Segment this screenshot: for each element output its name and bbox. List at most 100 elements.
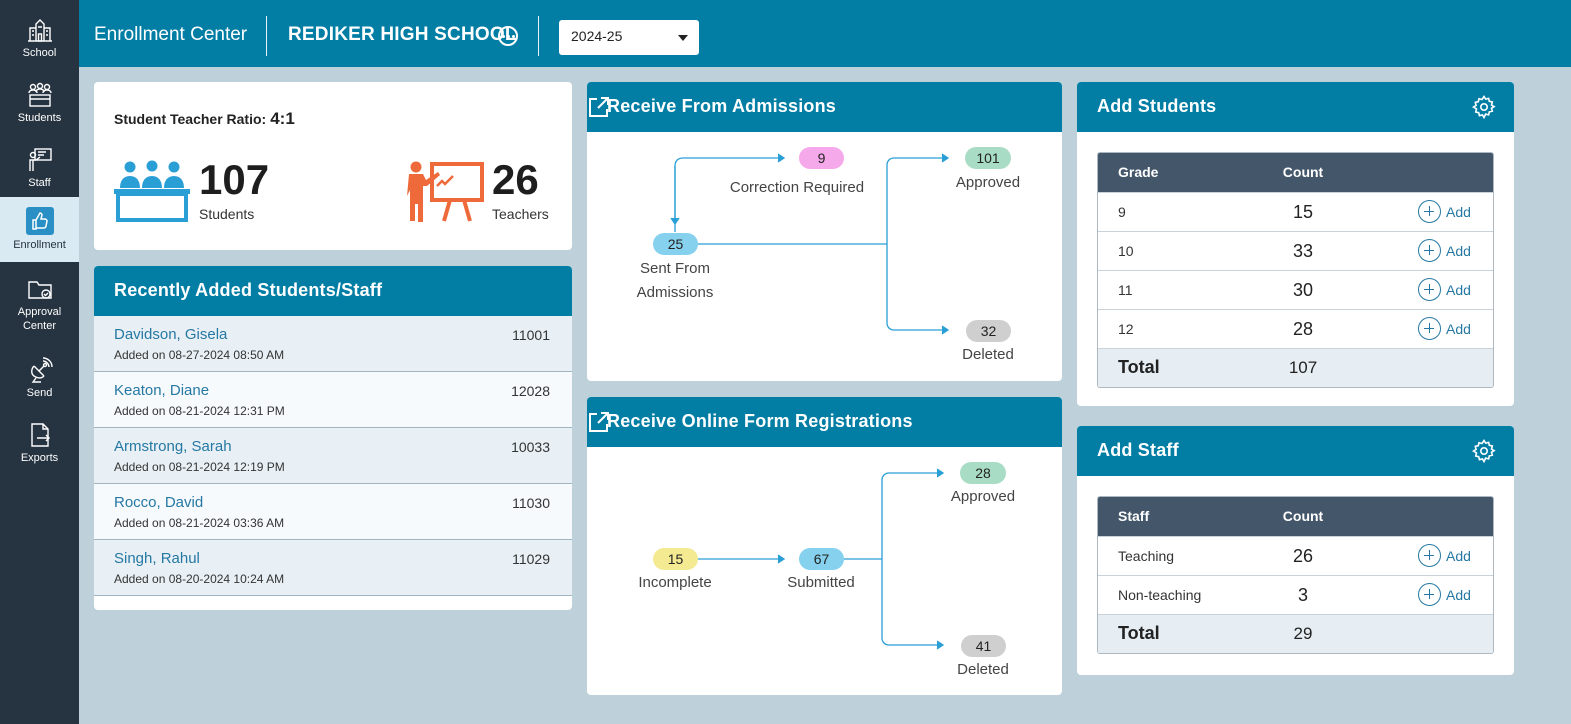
total-row: Total 107 — [1098, 348, 1493, 387]
sidebar-item-school[interactable]: School — [0, 5, 79, 70]
add-staff-card: Add Staff Staff Count Teaching 26 Add No… — [1077, 426, 1514, 675]
sidebar-item-approval-center[interactable]: Approval Center — [0, 268, 79, 340]
incomplete-count[interactable]: 15 — [653, 548, 698, 570]
admissions-deleted-count[interactable]: 32 — [966, 320, 1011, 342]
correction-required-count[interactable]: 9 — [799, 147, 844, 169]
add-staff-header: Add Staff — [1077, 426, 1514, 476]
app-title: Enrollment Center — [94, 24, 248, 45]
recent-list: Davidson, Gisela 11001 Added on 08-27-20… — [94, 316, 572, 596]
recent-name-link[interactable]: Singh, Rahul — [114, 550, 552, 567]
teachers-count: 26 — [492, 156, 539, 203]
add-staff-button[interactable]: Add — [1418, 583, 1471, 606]
table-row: 10 33 Add — [1098, 231, 1493, 270]
recent-name-link[interactable]: Keaton, Diane — [114, 382, 552, 399]
add-students-card: Add Students Grade Count 9 15 Add 10 33 … — [1077, 82, 1514, 406]
list-item: Rocco, David 11030 Added on 08-21-2024 0… — [94, 484, 572, 540]
recent-id: 11030 — [512, 495, 550, 511]
external-link-icon[interactable] — [587, 410, 611, 434]
gear-icon[interactable] — [1472, 439, 1496, 463]
online-card-header: Receive Online Form Registrations — [587, 397, 1062, 447]
sidebar-item-staff[interactable]: Staff — [0, 135, 79, 200]
sidebar-item-label: Students — [17, 111, 62, 124]
add-student-button[interactable]: Add — [1418, 239, 1471, 262]
sent-from-admissions-label: Sent From Admissions — [636, 260, 714, 301]
add-student-button[interactable]: Add — [1418, 278, 1471, 301]
recent-name-link[interactable]: Davidson, Gisela — [114, 326, 552, 343]
sidebar-item-exports[interactable]: Exports — [0, 410, 79, 475]
sidebar-item-students[interactable]: Students — [0, 70, 79, 135]
admissions-approved-count[interactable]: 101 — [965, 147, 1011, 169]
plus-circle-icon — [1418, 544, 1441, 567]
staff-table: Staff Count Teaching 26 Add Non-teaching… — [1097, 496, 1494, 654]
satellite-icon — [30, 356, 53, 383]
total-label: Total — [1118, 357, 1160, 377]
online-card-title: Receive Online Form Registrations — [607, 411, 913, 431]
add-student-button[interactable]: Add — [1418, 317, 1471, 340]
correction-required-label: Correction Required — [729, 179, 865, 196]
total-value: 29 — [1293, 624, 1313, 643]
top-header: Enrollment Center REDIKER HIGH SCHOOL 20… — [79, 0, 1571, 67]
total-row: Total 29 — [1098, 614, 1493, 653]
table-header: Grade Count — [1098, 153, 1493, 192]
plus-circle-icon — [1418, 200, 1441, 223]
online-approved-label: Approved — [950, 488, 1016, 505]
more-options-button[interactable] — [498, 26, 518, 46]
year-select[interactable]: 2024-25 — [559, 20, 699, 55]
online-deleted-count[interactable]: 41 — [961, 635, 1006, 657]
online-registrations-card: Receive Online Form Registrations 15 Inc… — [587, 397, 1062, 695]
table-header: Staff Count — [1098, 497, 1493, 536]
ratio-card: Student Teacher Ratio: 4:1 107 Students 2… — [94, 82, 572, 250]
add-staff-button[interactable]: Add — [1418, 544, 1471, 567]
chevron-down-icon — [678, 35, 688, 41]
table-row: 9 15 Add — [1098, 192, 1493, 231]
incomplete-label: Incomplete — [638, 574, 712, 591]
staff-type-cell: Non-teaching — [1118, 587, 1202, 603]
online-approved-count[interactable]: 28 — [960, 462, 1006, 484]
staff-type-cell: Teaching — [1118, 548, 1175, 564]
classroom-students-icon — [114, 160, 190, 222]
admissions-approved-label: Approved — [955, 174, 1021, 191]
grade-cell: 9 — [1118, 204, 1126, 220]
plus-circle-icon — [1418, 583, 1441, 606]
admissions-card-header: Receive From Admissions — [587, 82, 1062, 132]
list-item: Davidson, Gisela 11001 Added on 08-27-20… — [94, 316, 572, 372]
submitted-label: Submitted — [787, 574, 855, 591]
year-select-value: 2024-25 — [571, 28, 623, 44]
recent-date: Added on 08-21-2024 12:31 PM — [114, 404, 285, 418]
recent-name-link[interactable]: Rocco, David — [114, 494, 552, 511]
sidebar-item-label: Staff — [28, 176, 51, 189]
recent-date: Added on 08-27-2024 08:50 AM — [114, 348, 285, 362]
students-icon — [27, 82, 52, 107]
admissions-deleted-label: Deleted — [962, 346, 1014, 363]
sidebar-item-label: Send — [26, 386, 53, 399]
add-student-button[interactable]: Add — [1418, 200, 1471, 223]
submitted-count[interactable]: 67 — [799, 548, 844, 570]
recent-date: Added on 08-21-2024 12:19 PM — [114, 460, 285, 474]
count-cell: 26 — [1292, 546, 1314, 566]
recent-card-title: Recently Added Students/Staff — [94, 266, 572, 316]
count-cell: 15 — [1292, 202, 1314, 222]
sidebar-item-enrollment[interactable]: Enrollment — [0, 197, 79, 262]
header-divider — [266, 16, 267, 56]
ratio-label: Student Teacher Ratio: 4:1 — [114, 109, 295, 128]
grade-cell: 11 — [1118, 282, 1133, 298]
add-students-title: Add Students — [1097, 96, 1217, 116]
table-row: 11 30 Add — [1098, 270, 1493, 309]
sidebar-item-send[interactable]: Send — [0, 345, 79, 410]
sent-from-admissions-count[interactable]: 25 — [653, 233, 698, 255]
students-count: 107 — [199, 156, 270, 203]
count-cell: 28 — [1292, 319, 1314, 339]
plus-circle-icon — [1418, 317, 1441, 340]
online-deleted-label: Deleted — [957, 661, 1009, 678]
grade-cell: 12 — [1118, 321, 1134, 337]
school-icon — [27, 18, 52, 42]
external-link-icon[interactable] — [587, 95, 611, 119]
gear-icon[interactable] — [1472, 95, 1496, 119]
add-students-header: Add Students — [1077, 82, 1514, 132]
teacher-board-icon — [407, 161, 484, 222]
list-item: Armstrong, Sarah 10033 Added on 08-21-20… — [94, 428, 572, 484]
count-cell: 33 — [1292, 241, 1314, 261]
plus-circle-icon — [1418, 278, 1441, 301]
sidebar: School Students Staff Enrollment Approva… — [0, 0, 79, 724]
recent-name-link[interactable]: Armstrong, Sarah — [114, 438, 552, 455]
